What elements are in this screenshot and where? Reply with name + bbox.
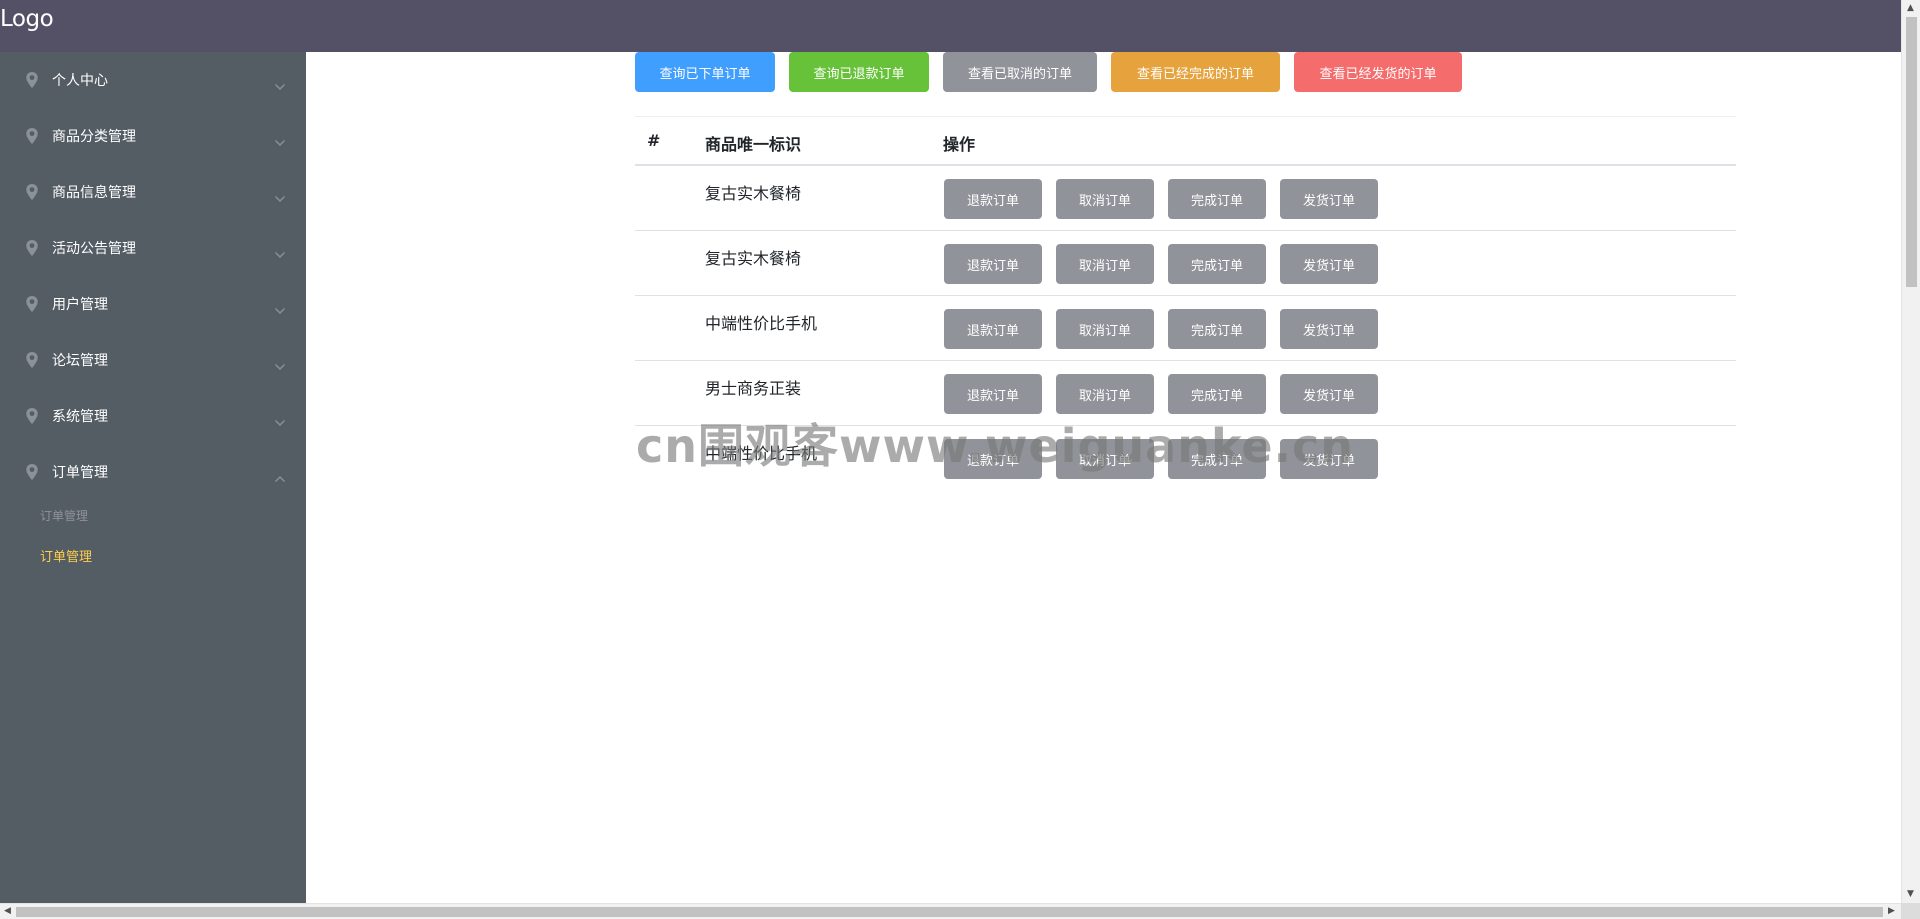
column-header-index: # xyxy=(647,131,661,150)
chevron-down-icon xyxy=(274,76,286,90)
sidebar: 个人中心 商品分类管理 商品信息管理 活动公告管理 用户管理 论坛管理 系统管理 订单管理 订单… xyxy=(0,52,306,903)
ship-order-button[interactable]: 发货订单 xyxy=(1280,244,1378,284)
location-pin-icon xyxy=(25,127,39,145)
orders-table: # 商品唯一标识 操作 复古实木餐椅 退款订单 取消订单 完成订单 发货订单 复古实木餐椅… xyxy=(635,116,1736,491)
view-cancelled-orders-button[interactable]: 查看已取消的订单 xyxy=(943,52,1097,92)
chevron-down-icon xyxy=(274,356,286,370)
location-pin-icon xyxy=(25,71,39,89)
table-row: 中端性价比手机 退款订单 取消订单 完成订单 发货订单 xyxy=(635,426,1736,491)
view-shipped-orders-button[interactable]: 查看已经发货的订单 xyxy=(1294,52,1462,92)
table-row: 男士商务正装 退款订单 取消订单 完成订单 发货订单 xyxy=(635,361,1736,426)
chevron-down-icon xyxy=(274,300,286,314)
table-row: 中端性价比手机 退款订单 取消订单 完成订单 发货订单 xyxy=(635,296,1736,361)
cancel-order-button[interactable]: 取消订单 xyxy=(1056,374,1154,414)
sidebar-item-label: 系统管理 xyxy=(52,409,108,425)
horizontal-scrollbar[interactable]: ◀ ▶ xyxy=(0,903,1901,919)
ship-order-button[interactable]: 发货订单 xyxy=(1280,179,1378,219)
top-header: Logo xyxy=(0,0,1901,52)
ship-order-button[interactable]: 发货订单 xyxy=(1280,374,1378,414)
sidebar-item-label: 用户管理 xyxy=(52,297,108,313)
submenu-group-title: 订单管理 xyxy=(40,509,89,523)
product-id-cell: 复古实木餐椅 xyxy=(705,184,802,203)
chevron-down-icon xyxy=(274,132,286,146)
chevron-up-icon xyxy=(274,468,286,482)
product-id-cell: 中端性价比手机 xyxy=(705,314,818,333)
cancel-order-button[interactable]: 取消订单 xyxy=(1056,179,1154,219)
location-pin-icon xyxy=(25,351,39,369)
refund-order-button[interactable]: 退款订单 xyxy=(944,244,1042,284)
refund-order-button[interactable]: 退款订单 xyxy=(944,374,1042,414)
sidebar-item-label: 订单管理 xyxy=(52,465,108,481)
query-placed-orders-button[interactable]: 查询已下单订单 xyxy=(635,52,775,92)
chevron-down-icon xyxy=(274,412,286,426)
sidebar-item-announcement[interactable]: 活动公告管理 xyxy=(0,220,306,276)
scroll-down-arrow-icon[interactable]: ▼ xyxy=(1907,890,1914,899)
table-row: 复古实木餐椅 退款订单 取消订单 完成订单 发货订单 xyxy=(635,166,1736,231)
sidebar-item-users[interactable]: 用户管理 xyxy=(0,276,306,332)
refund-order-button[interactable]: 退款订单 xyxy=(944,179,1042,219)
scroll-left-arrow-icon[interactable]: ◀ xyxy=(4,907,11,916)
location-pin-icon xyxy=(25,239,39,257)
product-id-cell: 男士商务正装 xyxy=(705,379,802,398)
logo: Logo xyxy=(0,6,54,32)
sidebar-item-system[interactable]: 系统管理 xyxy=(0,388,306,444)
sidebar-item-category[interactable]: 商品分类管理 xyxy=(0,108,306,164)
complete-order-button[interactable]: 完成订单 xyxy=(1168,244,1266,284)
ship-order-button[interactable]: 发货订单 xyxy=(1280,439,1378,479)
complete-order-button[interactable]: 完成订单 xyxy=(1168,439,1266,479)
vertical-scroll-thumb[interactable] xyxy=(1906,17,1917,287)
sidebar-item-forum[interactable]: 论坛管理 xyxy=(0,332,306,388)
location-pin-icon xyxy=(25,407,39,425)
scrollbar-corner xyxy=(1901,903,1920,919)
table-header: # 商品唯一标识 操作 xyxy=(635,116,1736,166)
sidebar-item-label: 商品分类管理 xyxy=(52,129,136,145)
complete-order-button[interactable]: 完成订单 xyxy=(1168,179,1266,219)
location-pin-icon xyxy=(25,183,39,201)
sidebar-item-product-info[interactable]: 商品信息管理 xyxy=(0,164,306,220)
sidebar-item-label: 商品信息管理 xyxy=(52,185,136,201)
product-id-cell: 复古实木餐椅 xyxy=(705,249,802,268)
cancel-order-button[interactable]: 取消订单 xyxy=(1056,439,1154,479)
cancel-order-button[interactable]: 取消订单 xyxy=(1056,244,1154,284)
ship-order-button[interactable]: 发货订单 xyxy=(1280,309,1378,349)
sidebar-item-label: 个人中心 xyxy=(52,73,108,89)
column-header-actions: 操作 xyxy=(943,135,976,154)
chevron-down-icon xyxy=(274,244,286,258)
query-refunded-orders-button[interactable]: 查询已退款订单 xyxy=(789,52,929,92)
scroll-right-arrow-icon[interactable]: ▶ xyxy=(1888,907,1895,916)
horizontal-scroll-thumb[interactable] xyxy=(16,907,1883,917)
sidebar-item-personal-center[interactable]: 个人中心 xyxy=(0,52,306,108)
sidebar-item-label: 活动公告管理 xyxy=(52,241,136,257)
table-row: 复古实木餐椅 退款订单 取消订单 完成订单 发货订单 xyxy=(635,231,1736,296)
table-body: 复古实木餐椅 退款订单 取消订单 完成订单 发货订单 复古实木餐椅 退款订单 取消订单 完成订单… xyxy=(635,166,1736,491)
refund-order-button[interactable]: 退款订单 xyxy=(944,439,1042,479)
cancel-order-button[interactable]: 取消订单 xyxy=(1056,309,1154,349)
location-pin-icon xyxy=(25,463,39,481)
vertical-scrollbar[interactable]: ▲ ▼ xyxy=(1901,0,1920,903)
view-completed-orders-button[interactable]: 查看已经完成的订单 xyxy=(1111,52,1280,92)
sidebar-item-orders[interactable]: 订单管理 xyxy=(0,444,306,500)
column-header-product: 商品唯一标识 xyxy=(705,135,802,154)
complete-order-button[interactable]: 完成订单 xyxy=(1168,309,1266,349)
complete-order-button[interactable]: 完成订单 xyxy=(1168,374,1266,414)
chevron-down-icon xyxy=(274,188,286,202)
sidebar-item-label: 论坛管理 xyxy=(52,353,108,369)
scroll-up-arrow-icon[interactable]: ▲ xyxy=(1907,4,1914,13)
submenu-item-order-management[interactable]: 订单管理 xyxy=(40,546,92,565)
refund-order-button[interactable]: 退款订单 xyxy=(944,309,1042,349)
location-pin-icon xyxy=(25,295,39,313)
product-id-cell: 中端性价比手机 xyxy=(705,444,818,463)
